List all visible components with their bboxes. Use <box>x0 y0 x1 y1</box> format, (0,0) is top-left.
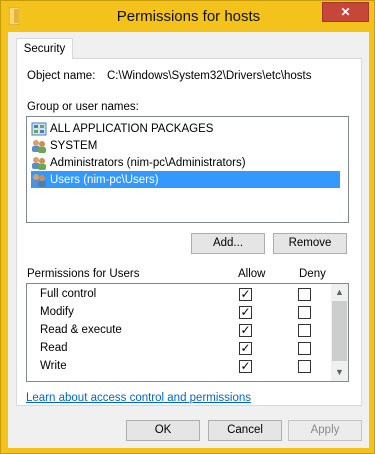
scroll-down-icon[interactable]: ▼ <box>331 364 348 381</box>
group-item-users[interactable]: Users (nim-pc\Users) <box>31 171 340 188</box>
allow-checkbox[interactable]: ✓ <box>239 306 252 319</box>
group-item-administrators[interactable]: Administrators (nim-pc\Administrators) <box>31 154 340 171</box>
close-button[interactable]: ✕ <box>322 2 369 22</box>
group-item-label: ALL APPLICATION PACKAGES <box>50 122 214 135</box>
tab-security[interactable]: Security <box>16 38 73 59</box>
deny-column-header: Deny <box>299 268 326 280</box>
scroll-up-icon[interactable]: ▲ <box>331 284 348 301</box>
allow-column-header: Allow <box>238 268 266 280</box>
deny-checkbox[interactable] <box>298 360 311 373</box>
object-name-label: Object name: <box>27 70 96 82</box>
close-icon: ✕ <box>340 5 351 19</box>
cancel-button[interactable]: Cancel <box>208 420 282 441</box>
group-item-label: Users (nim-pc\Users) <box>50 173 159 186</box>
deny-checkbox[interactable] <box>298 306 311 319</box>
object-name-value: C:\Windows\System32\Drivers\etc\hosts <box>107 70 312 82</box>
users-icon <box>32 156 46 170</box>
deny-checkbox[interactable] <box>298 324 311 337</box>
group-item-all-application-packages[interactable]: ALL APPLICATION PACKAGES <box>31 120 340 137</box>
allow-checkbox[interactable]: ✓ <box>239 288 252 301</box>
permission-name: Full control <box>40 288 97 300</box>
group-item-system[interactable]: SYSTEM <box>31 137 340 154</box>
scroll-thumb[interactable] <box>332 301 347 361</box>
allow-checkbox[interactable]: ✓ <box>239 360 252 373</box>
permission-row: Read & execute ✓ <box>27 322 332 340</box>
app-packages-icon <box>31 122 47 135</box>
group-item-label: Administrators (nim-pc\Administrators) <box>50 156 246 169</box>
group-item-label: SYSTEM <box>50 139 98 152</box>
permission-name: Modify <box>40 306 74 318</box>
group-names-label: Group or user names: <box>27 101 139 113</box>
title-bar[interactable]: Permissions for hosts ✕ <box>1 1 375 32</box>
permission-row: Full control ✓ <box>27 286 332 304</box>
permission-name: Read <box>40 342 68 354</box>
deny-checkbox[interactable] <box>298 342 311 355</box>
add-button[interactable]: Add... <box>191 233 265 254</box>
deny-checkbox[interactable] <box>298 288 311 301</box>
allow-checkbox[interactable]: ✓ <box>239 324 252 337</box>
permissions-list[interactable]: Full control ✓ Modify ✓ Read & execute ✓… <box>26 283 349 382</box>
dialog-body: Security Object name: C:\Windows\System3… <box>8 32 369 448</box>
permissions-for-label: Permissions for Users <box>27 268 140 280</box>
remove-button[interactable]: Remove <box>273 233 347 254</box>
users-icon <box>32 139 46 153</box>
window-title: Permissions for hosts <box>116 8 261 25</box>
permission-name: Write <box>40 360 67 372</box>
permission-row: Read ✓ <box>27 340 332 358</box>
apply-button[interactable]: Apply <box>288 420 362 441</box>
permission-name: Read & execute <box>40 324 122 336</box>
learn-access-control-link[interactable]: Learn about access control and permissio… <box>26 392 251 404</box>
permission-row: Write ✓ <box>27 358 332 376</box>
ok-button[interactable]: OK <box>126 420 200 441</box>
permissions-scrollbar[interactable]: ▲ ▼ <box>331 284 348 381</box>
allow-checkbox[interactable]: ✓ <box>239 342 252 355</box>
users-icon <box>32 173 46 187</box>
dialog-window: Permissions for hosts ✕ Security Object … <box>0 0 375 454</box>
group-list[interactable]: ALL APPLICATION PACKAGES SYSTEM Administ… <box>26 116 349 223</box>
permission-row: Modify ✓ <box>27 304 332 322</box>
